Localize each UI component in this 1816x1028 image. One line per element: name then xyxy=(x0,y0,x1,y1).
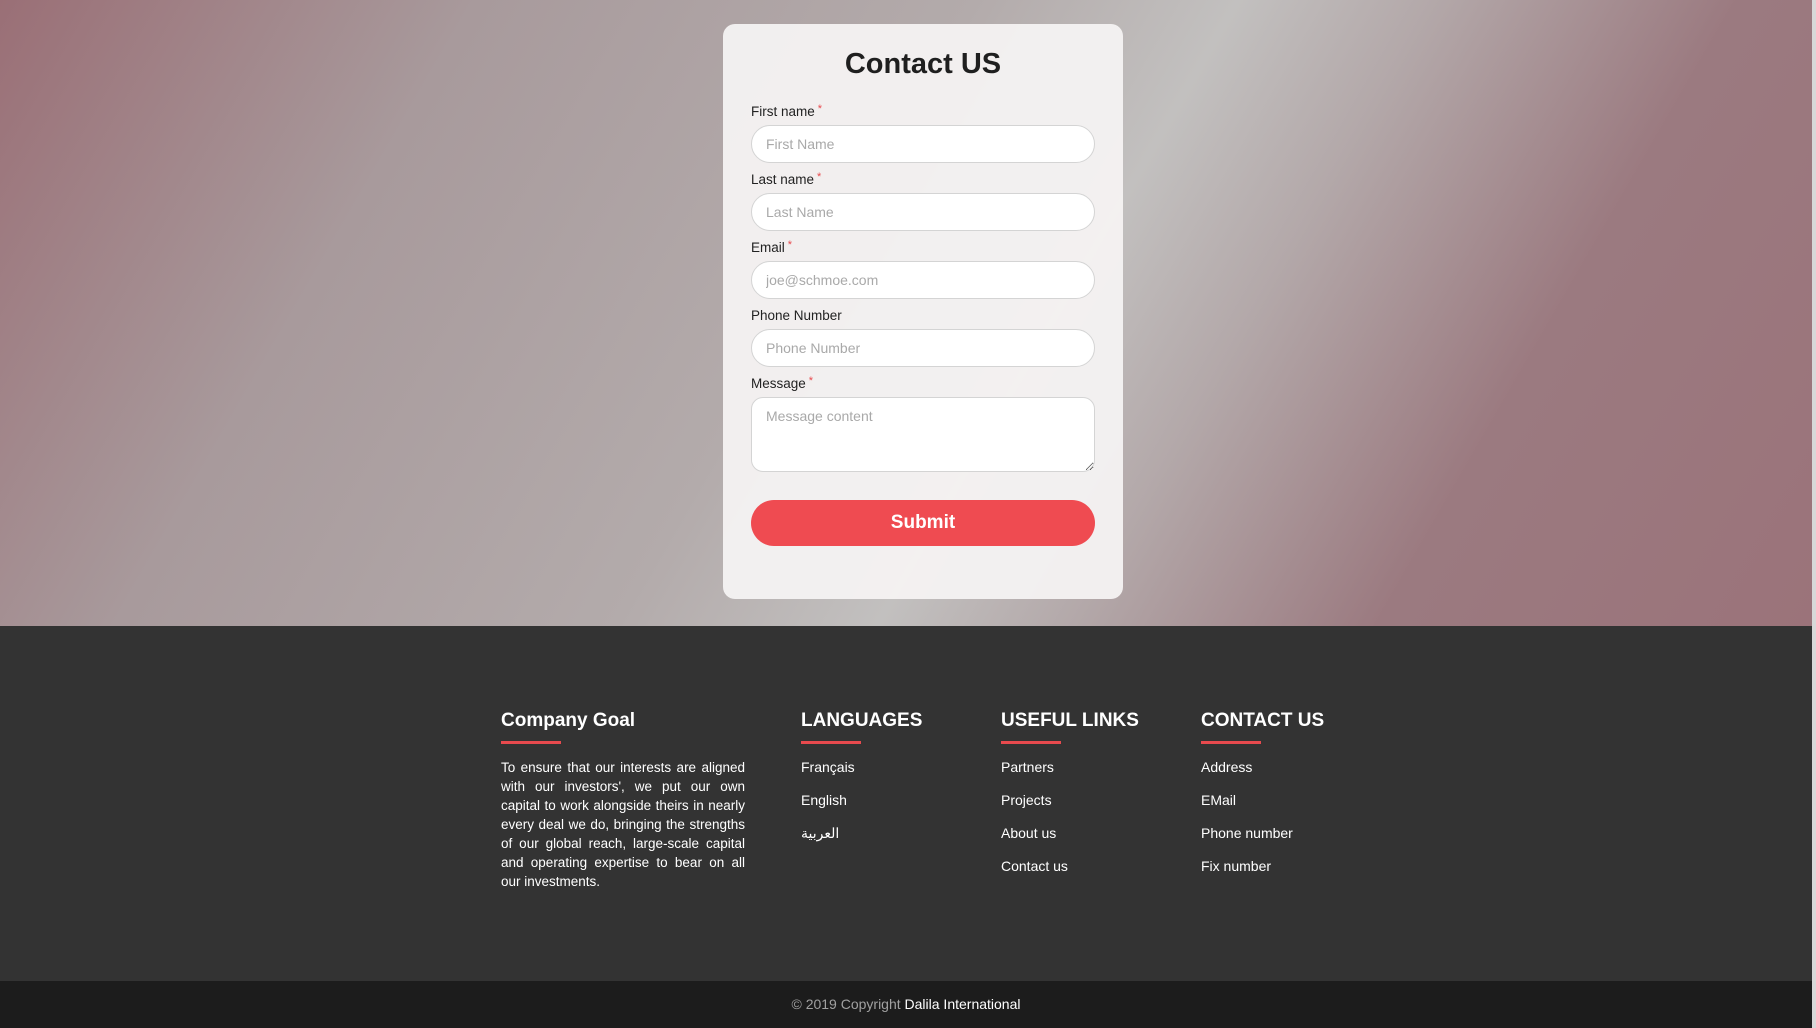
first-name-input[interactable] xyxy=(751,125,1095,163)
contact-item: Phone number xyxy=(1201,824,1324,857)
contact-address[interactable]: Address xyxy=(1201,759,1252,775)
first-name-label-text: First name xyxy=(751,104,815,119)
link-item: About us xyxy=(1001,824,1139,857)
languages-title: LANGUAGES xyxy=(801,710,923,731)
email-input[interactable] xyxy=(751,261,1095,299)
link-about-us[interactable]: About us xyxy=(1001,825,1056,841)
message-group: Message * xyxy=(751,374,1095,472)
copyright-text: © 2019 Copyright xyxy=(791,996,905,1012)
last-name-label-text: Last name xyxy=(751,172,815,187)
message-textarea[interactable] xyxy=(751,397,1095,472)
phone-label: Phone Number xyxy=(751,306,1095,326)
languages-list: Français English العربية xyxy=(801,758,922,857)
message-label: Message * xyxy=(751,374,1095,394)
email-group: Email * xyxy=(751,238,1095,299)
first-name-label: First name * xyxy=(751,102,1095,122)
contact-us-title: CONTACT US xyxy=(1201,710,1325,731)
message-label-text: Message xyxy=(751,376,806,391)
footer: Company Goal To ensure that our interest… xyxy=(0,626,1812,981)
last-name-label: Last name * xyxy=(751,170,1095,190)
required-marker: * xyxy=(817,171,822,183)
email-label: Email * xyxy=(751,238,1095,258)
scrollbar[interactable] xyxy=(1812,0,1816,1028)
useful-links-column: USEFUL LINKS Partners Projects About us … xyxy=(1001,708,1139,890)
contact-item: Fix number xyxy=(1201,857,1324,890)
languages-column: LANGUAGES Français English العربية xyxy=(801,708,922,857)
language-item: Français xyxy=(801,758,922,791)
contact-fix-number[interactable]: Fix number xyxy=(1201,858,1271,874)
language-link-english[interactable]: English xyxy=(801,792,847,808)
required-marker: * xyxy=(808,375,814,387)
phone-group: Phone Number xyxy=(751,306,1095,367)
link-item: Partners xyxy=(1001,758,1139,791)
first-name-group: First name * xyxy=(751,102,1095,163)
contact-us-column: CONTACT US Address EMail Phone number Fi… xyxy=(1201,708,1324,890)
company-goal-column: Company Goal To ensure that our interest… xyxy=(501,708,745,891)
language-item: العربية xyxy=(801,824,922,857)
phone-label-text: Phone Number xyxy=(751,308,842,323)
required-marker: * xyxy=(817,103,823,115)
hero-background: Contact US First name* Last name* Email*… xyxy=(0,0,1812,626)
link-projects[interactable]: Projects xyxy=(1001,792,1052,808)
copyright-bar: © 2019 Copyright Dalila International xyxy=(0,981,1812,1028)
link-item: Contact us xyxy=(1001,857,1139,890)
title-underline xyxy=(801,741,861,744)
form-title: Contact US xyxy=(844,48,1002,80)
title-underline xyxy=(1001,741,1061,744)
contact-email[interactable]: EMail xyxy=(1201,792,1236,808)
title-underline xyxy=(501,741,561,744)
copyright-brand: Dalila International xyxy=(904,996,1021,1012)
useful-links-list: Partners Projects About us Contact us xyxy=(1001,758,1139,890)
email-label-text: Email xyxy=(751,240,785,255)
link-item: Projects xyxy=(1001,791,1139,824)
contact-list: Address EMail Phone number Fix number xyxy=(1201,758,1324,890)
useful-links-title: USEFUL LINKS xyxy=(1001,710,1139,731)
last-name-input[interactable] xyxy=(751,193,1095,231)
contact-form: Contact US First name* Last name* Email*… xyxy=(723,24,1123,599)
contact-item: EMail xyxy=(1201,791,1324,824)
submit-button[interactable]: Submit xyxy=(751,500,1095,546)
link-partners[interactable]: Partners xyxy=(1001,759,1054,775)
last-name-group: Last name * xyxy=(751,170,1095,231)
language-link-arabic[interactable]: العربية xyxy=(801,825,839,841)
link-contact-us[interactable]: Contact us xyxy=(1001,858,1068,874)
contact-item: Address xyxy=(1201,758,1324,791)
language-item: English xyxy=(801,791,922,824)
required-marker: * xyxy=(787,239,793,251)
contact-phone[interactable]: Phone number xyxy=(1201,825,1293,841)
language-link-french[interactable]: Français xyxy=(801,759,855,775)
phone-input[interactable] xyxy=(751,329,1095,367)
company-goal-title: Company Goal xyxy=(501,710,636,731)
company-goal-text: To ensure that our interests are aligned… xyxy=(501,760,745,889)
title-underline xyxy=(1201,741,1261,744)
